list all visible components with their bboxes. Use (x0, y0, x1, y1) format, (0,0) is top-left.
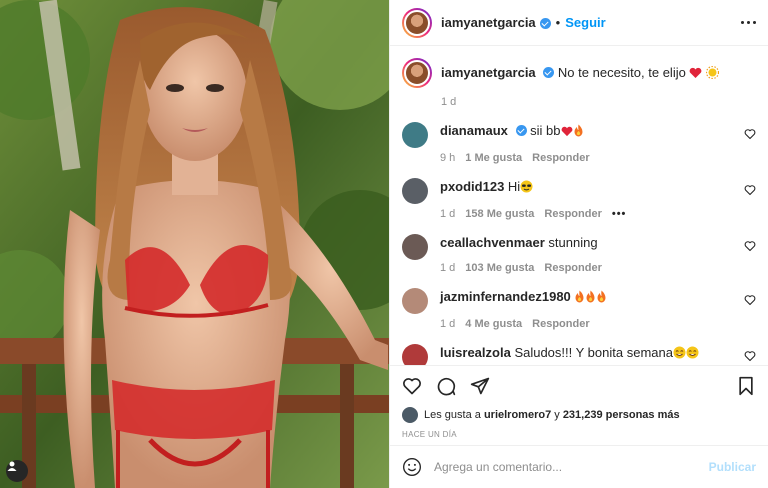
likes-conj: y (554, 409, 560, 421)
posted-ago[interactable]: HACE UN DÍA (390, 424, 768, 446)
comments-list[interactable]: iamyanetgarcia No te necesito, te elijo … (390, 46, 768, 366)
tagged-users-icon[interactable] (6, 460, 28, 482)
reply-button[interactable]: Responder (544, 208, 601, 220)
caption: iamyanetgarcia No te necesito, te elijo … (402, 58, 756, 108)
liker-username[interactable]: urielromero7 (484, 409, 551, 421)
fire-emoji-icon (585, 290, 596, 307)
comment-time[interactable]: 1 d (440, 262, 455, 274)
comment-time[interactable]: 1 d (440, 318, 455, 330)
comment-time[interactable]: 9 h (440, 152, 455, 164)
author-avatar[interactable] (402, 7, 432, 38)
likes-count[interactable]: 231,239 personas más (563, 409, 680, 421)
reply-button[interactable]: Responder (532, 152, 589, 164)
heart-emoji-icon (561, 124, 573, 141)
liker-avatar[interactable] (402, 407, 418, 423)
post-header: iamyanetgarcia • Seguir (390, 0, 768, 46)
post-photo[interactable] (0, 0, 389, 488)
comment-likes[interactable]: 1 Me gusta (465, 152, 522, 164)
verified-badge-icon (539, 18, 551, 29)
caption-avatar[interactable] (402, 58, 432, 88)
fire-emoji-icon (596, 290, 607, 307)
likes-prefix: Les gusta a (424, 409, 481, 421)
comment-text: sii bb (530, 123, 561, 138)
commenter-avatar[interactable] (402, 234, 428, 260)
smile-emoji-icon (686, 346, 699, 363)
follow-button[interactable]: Seguir (565, 15, 605, 30)
reply-button[interactable]: Responder (532, 318, 589, 330)
comment-row: dianamaux sii bb 9 h 1 Me gusta Responde… (402, 122, 756, 164)
comment-like-icon[interactable] (744, 294, 756, 306)
smile-emoji-icon (673, 346, 686, 363)
comment-like-icon[interactable] (744, 128, 756, 140)
commenter-avatar[interactable] (402, 344, 428, 365)
publish-button[interactable]: Publicar (709, 460, 756, 474)
emoji-picker-icon[interactable] (402, 457, 422, 477)
caption-username[interactable]: iamyanetgarcia (441, 65, 536, 80)
comment-likes[interactable]: 103 Me gusta (465, 262, 534, 274)
comment-like-icon[interactable] (744, 240, 756, 252)
sunglasses-emoji-icon (520, 180, 533, 197)
commenter-avatar[interactable] (402, 178, 428, 204)
comment-row: jazminfernandez1980 1 d 4 Me gusta Respo… (402, 288, 756, 330)
comment-time[interactable]: 1 d (440, 208, 455, 220)
comment-text: stunning (548, 235, 598, 250)
reply-button[interactable]: Responder (544, 262, 601, 274)
save-bookmark-icon[interactable] (736, 376, 756, 396)
comment-text: Hi (507, 179, 521, 194)
share-send-icon[interactable] (470, 376, 490, 396)
commenter-avatar[interactable] (402, 288, 428, 314)
comment-likes[interactable]: 4 Me gusta (465, 318, 522, 330)
likes-summary: Les gusta a urielromero7 y 231,239 perso… (390, 406, 768, 424)
commenter-avatar[interactable] (402, 122, 428, 148)
comment-composer: Publicar (390, 446, 768, 488)
commenter-username[interactable]: jazminfernandez1980 (440, 289, 571, 304)
comment-bubble-icon[interactable] (436, 376, 456, 396)
verified-badge-icon (515, 125, 527, 136)
fire-emoji-icon (573, 124, 584, 141)
comment-like-icon[interactable] (744, 184, 756, 196)
like-heart-icon[interactable] (402, 376, 422, 396)
comment-row: luisrealzola Saludos!!! Y bonita semana (402, 344, 756, 365)
heart-emoji-icon (689, 66, 702, 83)
post-side-panel: iamyanetgarcia • Seguir iamyanetgarcia N… (389, 0, 768, 488)
verified-badge-icon (543, 67, 555, 78)
comment-likes[interactable]: 158 Me gusta (465, 208, 534, 220)
caption-time[interactable]: 1 d (441, 96, 456, 108)
commenter-username[interactable]: pxodid123 (440, 179, 504, 194)
instagram-post: iamyanetgarcia • Seguir iamyanetgarcia N… (0, 0, 768, 488)
author-username[interactable]: iamyanetgarcia (441, 15, 536, 30)
comment-row: ceallachvenmaer stunning 1 d 103 Me gust… (402, 234, 756, 274)
commenter-username[interactable]: ceallachvenmaer (440, 235, 545, 250)
action-bar (390, 366, 768, 406)
separator-dot: • (555, 15, 561, 30)
commenter-username[interactable]: dianamaux (440, 123, 508, 138)
comment-text: Saludos!!! Y bonita semana (514, 345, 673, 360)
commenter-username[interactable]: luisrealzola (440, 345, 511, 360)
sun-emoji-icon (705, 65, 720, 83)
comment-like-icon[interactable] (744, 350, 756, 362)
comment-input[interactable] (434, 460, 709, 474)
caption-text: No te necesito, te elijo (557, 65, 686, 80)
fire-emoji-icon (574, 290, 585, 307)
more-options-icon[interactable] (741, 21, 756, 24)
comment-rows: dianamaux sii bb 9 h 1 Me gusta Responde… (402, 122, 756, 365)
photo-illustration (0, 0, 389, 488)
comment-options-icon[interactable]: ••• (612, 208, 627, 220)
comment-row: pxodid123 Hi 1 d 158 Me gusta Responder … (402, 178, 756, 220)
